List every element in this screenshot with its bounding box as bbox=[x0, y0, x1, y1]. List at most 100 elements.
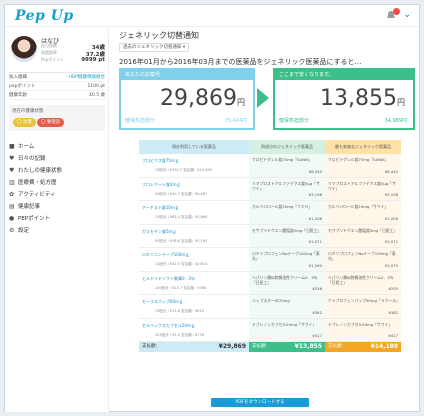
drug-name-link[interactable]: セルベックスカプセル50ｍｇ bbox=[142, 323, 195, 329]
home-icon: ■ bbox=[9, 142, 15, 150]
sidebar-item-activity[interactable]: ✿ アクティビティ bbox=[9, 188, 105, 200]
generic-price: ¥1,560 bbox=[308, 262, 322, 268]
sidebar-item-pep-points[interactable]: ● PEPポイント bbox=[9, 212, 105, 224]
status-badge-caution: 〇 注意 bbox=[13, 118, 36, 127]
cheapest-generic-name: ヘパリン類似物質油性クリーム0．3％「日医工」 bbox=[328, 274, 394, 285]
user-stat: Pepポイント 9999 pt bbox=[41, 57, 105, 63]
user-stat: 体脂肪率 37.2歳 bbox=[41, 50, 105, 58]
insurer-share-label: 健保負担部分 bbox=[125, 118, 156, 124]
sidebar-item-medical-costs[interactable]: ▥ 医療費・処方歴 bbox=[9, 176, 105, 188]
page-title: ジェネリック切替通知 bbox=[119, 31, 199, 40]
main-content: ジェネリック切替通知 過去のジェネリック切替通知 ▾ 2016年01月から201… bbox=[113, 28, 419, 412]
current-cost-amount: 29,869円 bbox=[160, 86, 245, 111]
cheapest-generic-price: ¥1,071 bbox=[384, 239, 398, 244]
drug-usage: 252回分 / ¥7.0 支払額：¥778 bbox=[155, 332, 204, 337]
user-stat: 先月歩数 34歳 bbox=[41, 43, 105, 51]
table-row: プロピクス錠75ｍｇ 15回分 / ¥330.7 支払額：¥13,066 クロピド… bbox=[139, 154, 401, 178]
total-current: 支払額： ¥29,869 bbox=[139, 342, 249, 352]
generic-price: ¥417 bbox=[312, 333, 322, 338]
table-row: ヒルドイドソフト軟膏0．3％ 100回分 / ¥23.7 支払額：¥768 ヘパリ… bbox=[139, 271, 401, 295]
column-header: 同成分のジェネリック医薬品 bbox=[249, 140, 325, 154]
cheapest-generic-price: ¥3,198 bbox=[384, 192, 398, 197]
notification-badge bbox=[393, 8, 400, 15]
generic-name: ヘパリン類似物質油性クリーム0．3％「日医工」 bbox=[252, 274, 318, 285]
table-row: アーチスト錠10ｍｇ 15回分 / ¥62.4 支払額：¥2,869 カルベジロー… bbox=[139, 201, 401, 225]
drug-usage: 90回分 / ¥40.7 支払額：¥6,487 bbox=[155, 191, 208, 196]
generic-price: ¥6,440 bbox=[308, 168, 322, 174]
pepup-logo[interactable]: Pep Up bbox=[15, 8, 74, 24]
point-icon: ● bbox=[9, 214, 15, 222]
table-footer: 支払額： ¥29,869 支払額： ¥13,855 支払額： ¥14,188 bbox=[139, 342, 401, 352]
table-row: ロキソニンテープ100ｍｇ 21回分 / ¥41.5 支払額：¥2,614 ロキソ… bbox=[139, 248, 401, 272]
sidebar-item-health-status[interactable]: ♥ わたしの健康状態 bbox=[9, 164, 105, 176]
table-row: プロレクート錠2ｍｇ 90回分 / ¥40.7 支払額：¥6,487 リマプロスト… bbox=[139, 177, 401, 201]
user-stats: 先月歩数 34歳 体脂肪率 37.2歳 Pepポイント 9999 pt bbox=[41, 43, 105, 64]
generic-cost-header: ここまで安くなります。 bbox=[275, 70, 413, 80]
sidebar-nav: ■ ホーム ♥ 日々の記録 ♥ わたしの健康状態 ▥ 医療費・処方歴 ✿ アクティビティ … bbox=[9, 140, 105, 236]
insurer-share-value: 75,424円 bbox=[224, 118, 248, 124]
drug-name-link[interactable]: ロキソニンテープ100ｍｇ bbox=[142, 252, 189, 258]
drug-name-link[interactable]: モーラスパップ60ｍｇ bbox=[142, 299, 183, 305]
cheapest-generic-price: ¥1,070 bbox=[384, 262, 398, 268]
current-cost-header: あなたのお薬代 bbox=[121, 70, 253, 80]
chevron-down-icon[interactable]: ⌄ bbox=[403, 10, 411, 20]
cheapest-generic-name: ロキソプロフェンNaテープ100mg「東光」 bbox=[328, 251, 396, 261]
cheapest-generic-name: クロピドグレル錠75mg「SANIK」 bbox=[328, 157, 389, 162]
cheapest-generic-name: カルベジロール錠10mg「サワイ」 bbox=[328, 204, 389, 209]
table-row: セルベックスカプセル50ｍｇ 252回分 / ¥7.0 支払額：¥778 テプレノ… bbox=[139, 318, 401, 342]
insurer-share-label: 健保負担部分 bbox=[279, 118, 310, 124]
column-header: 最も安価なジェネリック医薬品 bbox=[325, 140, 401, 154]
current-cost-card: あなたのお薬代 29,869円 健保負担部分 75,424円 bbox=[119, 68, 255, 130]
generic-name: ハップスターID70mg bbox=[252, 298, 290, 303]
status-badge-consult: 〇 要受診 bbox=[37, 118, 65, 127]
period-summary: 2016年01月から2016年03月までの医薬品をジェネリック医薬品にすると… bbox=[119, 58, 362, 66]
sidebar: はなび 先月歩数 34歳 体脂肪率 37.2歳 Pepポイント 9999 pt 加入組… bbox=[5, 28, 109, 412]
generic-price: ¥3,198 bbox=[308, 192, 322, 197]
cheapest-generic-name: テプレノンカプセル50mg「サワイ」 bbox=[328, 321, 393, 327]
generic-name: クロピドグレル錠75mg「SANIK」 bbox=[252, 157, 313, 162]
heart-icon: ♥ bbox=[9, 166, 15, 174]
drug-comparison-table: 現在利用している医薬品 同成分のジェネリック医薬品 最も安価なジェネリック医薬品… bbox=[139, 140, 401, 352]
drug-name-link[interactable]: ヒルドイドソフト軟膏0．3％ bbox=[142, 276, 195, 282]
health-status-label: 現在の健康状態 bbox=[12, 109, 44, 114]
cheapest-generic-price: ¥362 bbox=[388, 309, 398, 315]
drug-name-link[interactable]: プロピクス錠75ｍｇ bbox=[142, 158, 179, 164]
drug-name-link[interactable]: ガスモチン錠5ｍｇ bbox=[142, 229, 177, 235]
avatar bbox=[11, 36, 37, 62]
generic-cost-amount: 13,855円 bbox=[320, 86, 405, 111]
heart-icon: ♥ bbox=[9, 154, 15, 162]
insurer-share-value: 34,989円 bbox=[384, 118, 408, 124]
generic-cost-card: ここまで安くなります。 13,855円 健保負担部分 34,989円 bbox=[273, 68, 415, 130]
sidebar-item-settings[interactable]: ⚙ 設定 bbox=[9, 224, 105, 236]
drug-usage: 90回分 / ¥18.6 支払額：¥2,192 bbox=[155, 238, 208, 243]
arrow-right-icon bbox=[257, 88, 269, 108]
article-icon: ▤ bbox=[9, 202, 15, 210]
generic-name: ロキソプロフェンNaテープ100mg「東光」 bbox=[252, 251, 320, 261]
cheapest-generic-price: ¥1,206 bbox=[384, 215, 398, 221]
drug-name-link[interactable]: プロレクート錠2ｍｇ bbox=[142, 182, 181, 188]
notification-bell-icon[interactable] bbox=[385, 8, 400, 20]
points-row: 健康年齢 40.5 歳 bbox=[9, 93, 105, 100]
total-cheapest: 支払額： ¥14,188 bbox=[325, 342, 401, 352]
generic-name: カルベジロール錠10mg「ＴＣＫ」 bbox=[252, 204, 313, 209]
app-window: Pep Up ⌄ はなび 先月歩数 34歳 体脂肪率 37.2歳 Pepポイント 99… bbox=[4, 4, 420, 412]
column-header: 現在利用している医薬品 bbox=[139, 140, 249, 154]
download-pdf-button[interactable]: PDFをダウンロードする bbox=[211, 398, 309, 407]
generic-name: モサプリドクエン酸塩錠5mg「日医工」 bbox=[252, 227, 322, 233]
generic-price: ¥236 bbox=[312, 286, 322, 291]
drug-usage: 21回分 / ¥41.5 支払額：¥2,614 bbox=[155, 262, 208, 266]
sidebar-item-health-articles[interactable]: ▤ 健康記事 bbox=[9, 200, 105, 212]
drug-usage: 100回分 / ¥23.7 支払額：¥768 bbox=[155, 285, 207, 290]
sidebar-item-home[interactable]: ■ ホーム bbox=[9, 140, 105, 152]
drug-usage: 70回分 / ¥12.6 支払額：¥615 bbox=[155, 309, 204, 313]
points-row: 加入組織 HDP健康保険組合 bbox=[9, 75, 105, 82]
drug-usage: 15回分 / ¥62.4 支払額：¥2,869 bbox=[155, 215, 208, 219]
generic-price: ¥1,206 bbox=[308, 215, 322, 221]
past-notices-dropdown[interactable]: 過去のジェネリック切替通知 ▾ bbox=[119, 43, 190, 52]
top-header: Pep Up ⌄ bbox=[5, 5, 419, 27]
table-header: 現在利用している医薬品 同成分のジェネリック医薬品 最も安価なジェネリック医薬品 bbox=[139, 140, 401, 154]
sidebar-item-daily-record[interactable]: ♥ 日々の記録 bbox=[9, 152, 105, 164]
drug-name-link[interactable]: アーチスト錠10ｍｇ bbox=[142, 205, 179, 211]
generic-price: ¥1,071 bbox=[308, 239, 322, 244]
health-status-box: 現在の健康状態 〇 注意 〇 要受診 bbox=[9, 105, 105, 131]
